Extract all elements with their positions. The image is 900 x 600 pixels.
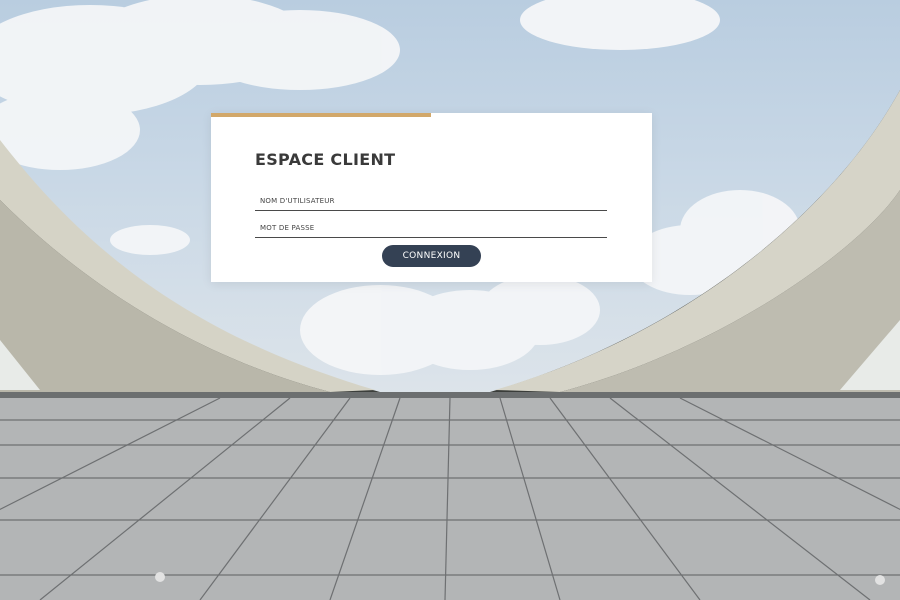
page-title: ESPACE CLIENT xyxy=(255,150,396,169)
login-card: ESPACE CLIENT CONNEXION xyxy=(211,113,652,282)
connexion-button[interactable]: CONNEXION xyxy=(382,245,481,267)
accent-bar xyxy=(211,113,431,117)
username-input[interactable] xyxy=(255,191,607,211)
architecture-background-image xyxy=(0,0,900,600)
password-input[interactable] xyxy=(255,218,607,238)
login-page: ESPACE CLIENT CONNEXION xyxy=(0,0,900,600)
